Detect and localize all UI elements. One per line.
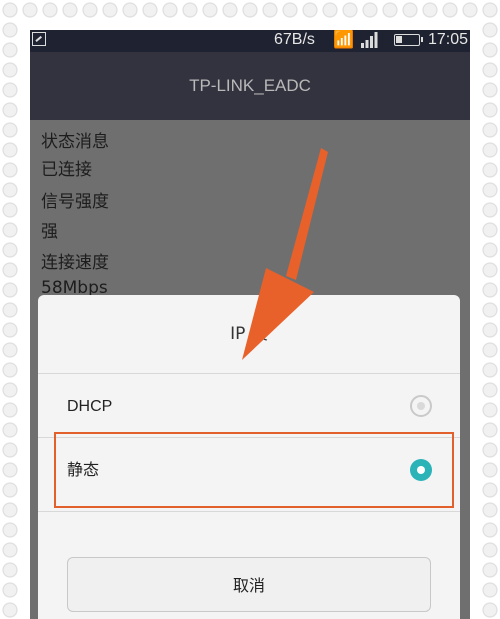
cancel-button[interactable]: 取消 bbox=[67, 557, 431, 612]
option-dhcp[interactable]: DHCP bbox=[38, 377, 460, 437]
radio-unselected-icon[interactable] bbox=[410, 395, 432, 417]
network-speed: 67B/s bbox=[274, 31, 315, 48]
status-label: 状态消息 bbox=[41, 132, 109, 152]
status-value: 已连接 bbox=[41, 160, 92, 180]
divider bbox=[38, 373, 460, 374]
image-notification-icon bbox=[32, 32, 46, 46]
annotation-highlight-box bbox=[54, 432, 454, 508]
status-bar: 67B/s 📶 17:05 bbox=[30, 30, 470, 52]
wifi-icon: 📶 bbox=[333, 30, 355, 49]
phone-screen: 67B/s 📶 17:05 TP-LINK_EADC 状态消息 已连接 信号强度… bbox=[30, 30, 470, 619]
clock: 17:05 bbox=[428, 31, 469, 48]
divider bbox=[38, 511, 460, 512]
signal-value: 强 bbox=[41, 222, 58, 242]
ip-settings-dialog: IP 设 DHCP 静态 取消 bbox=[38, 295, 460, 619]
page-title: TP-LINK_EADC bbox=[30, 52, 470, 120]
battery-icon bbox=[394, 34, 423, 46]
option-dhcp-label: DHCP bbox=[67, 398, 113, 415]
speed-label: 连接速度 bbox=[41, 253, 109, 273]
dialog-title: IP 设 bbox=[230, 324, 268, 344]
cellular-signal-icon bbox=[361, 32, 378, 48]
signal-label: 信号强度 bbox=[41, 192, 109, 212]
